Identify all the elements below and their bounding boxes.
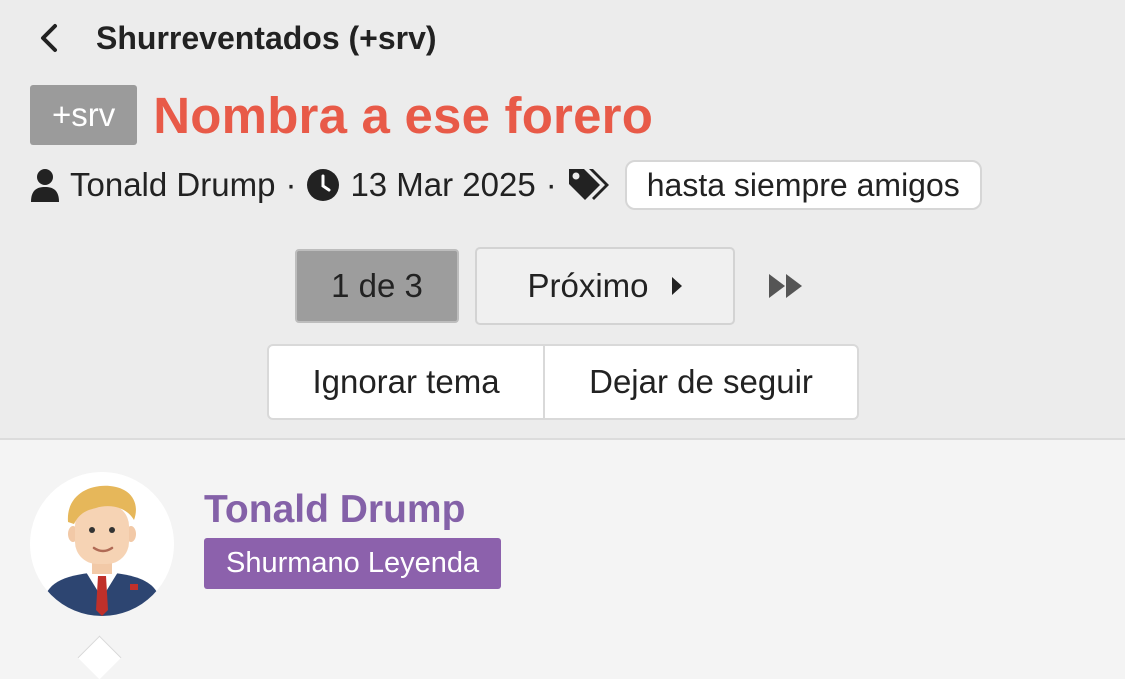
pagination: 1 de 3 Próximo xyxy=(295,247,805,325)
meta-separator: · xyxy=(545,166,557,203)
tags-icon xyxy=(567,167,613,203)
post-pointer xyxy=(77,635,122,679)
avatar[interactable] xyxy=(30,472,174,616)
thread-header: Shurreventados (+srv) +srv Nombra a ese … xyxy=(0,0,1125,440)
unfollow-thread-button[interactable]: Dejar de seguir xyxy=(545,346,857,418)
fast-forward-icon[interactable] xyxy=(767,273,805,299)
thread-author-link[interactable]: Tonald Drump xyxy=(70,166,275,204)
user-title-badge: Shurmano Leyenda xyxy=(204,538,502,589)
next-page-label: Próximo xyxy=(527,267,649,304)
post-author-link[interactable]: Tonald Drump xyxy=(204,488,465,532)
ignore-thread-button[interactable]: Ignorar tema xyxy=(269,346,543,418)
tag-chip[interactable]: hasta siempre amigos xyxy=(624,160,982,210)
thread-actions: Ignorar tema Dejar de seguir xyxy=(267,344,859,420)
forum-name-link[interactable]: Shurreventados (+srv) xyxy=(96,20,437,57)
thread-prefix-badge: +srv xyxy=(30,85,138,145)
user-icon xyxy=(30,168,60,202)
next-page-button[interactable]: Próximo xyxy=(475,247,735,325)
thread-meta: Tonald Drump · 13 Mar 2025 · hasta siemp… xyxy=(30,160,982,210)
clock-icon xyxy=(306,168,340,202)
thread-date[interactable]: 13 Mar 2025 xyxy=(350,166,535,204)
thread-title-row: +srv Nombra a ese forero xyxy=(30,84,653,146)
first-post: Tonald Drump Shurmano Leyenda xyxy=(0,440,1125,679)
thread-title: Nombra a ese forero xyxy=(153,86,654,144)
meta-separator: · xyxy=(285,166,297,203)
current-page-indicator[interactable]: 1 de 3 xyxy=(295,249,459,323)
caret-right-icon xyxy=(671,276,683,296)
chevron-left-icon[interactable] xyxy=(38,21,64,55)
forum-breadcrumb: Shurreventados (+srv) xyxy=(38,16,437,60)
